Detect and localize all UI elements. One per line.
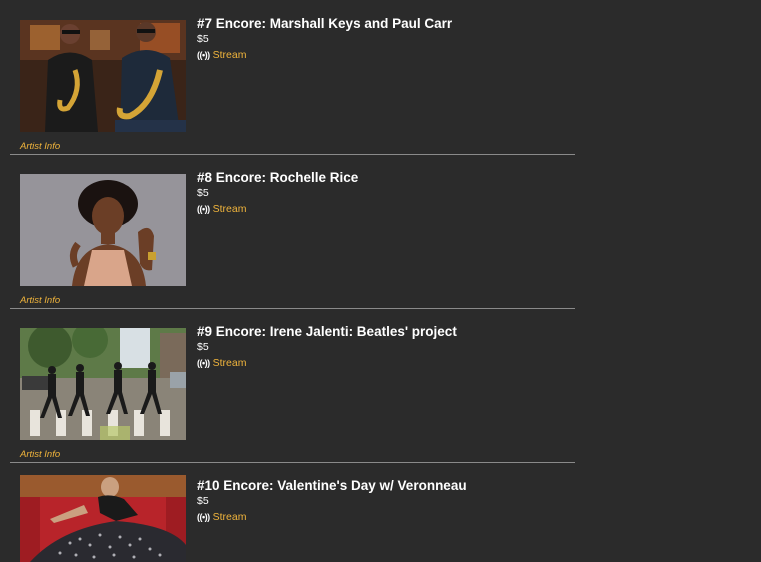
- event-title[interactable]: #7 Encore: Marshall Keys and Paul Carr: [197, 15, 452, 33]
- artist-info-link[interactable]: Artist Info: [20, 449, 60, 461]
- divider: [10, 308, 575, 309]
- event-title[interactable]: #8 Encore: Rochelle Rice: [197, 169, 358, 187]
- artist-info-link[interactable]: Artist Info: [20, 295, 60, 307]
- event-photo[interactable]: [20, 328, 186, 440]
- stream-link[interactable]: ((•)) Stream: [197, 202, 246, 216]
- stream-link[interactable]: ((•)) Stream: [197, 356, 246, 370]
- broadcast-icon: ((•)): [197, 50, 210, 60]
- stream-link[interactable]: ((•)) Stream: [197, 510, 246, 524]
- event-price: $5: [197, 341, 209, 353]
- event-photo[interactable]: [20, 20, 186, 132]
- stream-label: Stream: [212, 203, 247, 215]
- stream-label: Stream: [212, 49, 247, 61]
- event-photo[interactable]: [20, 174, 186, 286]
- event-price: $5: [197, 187, 209, 199]
- event-price: $5: [197, 33, 209, 45]
- event-title[interactable]: #9 Encore: Irene Jalenti: Beatles' proje…: [197, 323, 457, 341]
- photo-street-crossing: [20, 328, 186, 440]
- artist-info-link[interactable]: Artist Info: [20, 141, 60, 153]
- event-price: $5: [197, 495, 209, 507]
- photo-saxophonists: [20, 20, 186, 132]
- divider: [10, 462, 575, 463]
- photo-singer-on-sofa: [20, 475, 186, 562]
- photo-singer-portrait: [20, 174, 186, 286]
- stream-label: Stream: [212, 357, 247, 369]
- divider: [10, 154, 575, 155]
- event-photo[interactable]: [20, 475, 186, 562]
- broadcast-icon: ((•)): [197, 358, 210, 368]
- event-title[interactable]: #10 Encore: Valentine's Day w/ Veronneau: [197, 477, 467, 495]
- broadcast-icon: ((•)): [197, 204, 210, 214]
- event-list: #7 Encore: Marshall Keys and Paul Carr $…: [0, 0, 761, 562]
- stream-label: Stream: [212, 511, 247, 523]
- stream-link[interactable]: ((•)) Stream: [197, 48, 246, 62]
- broadcast-icon: ((•)): [197, 512, 210, 522]
